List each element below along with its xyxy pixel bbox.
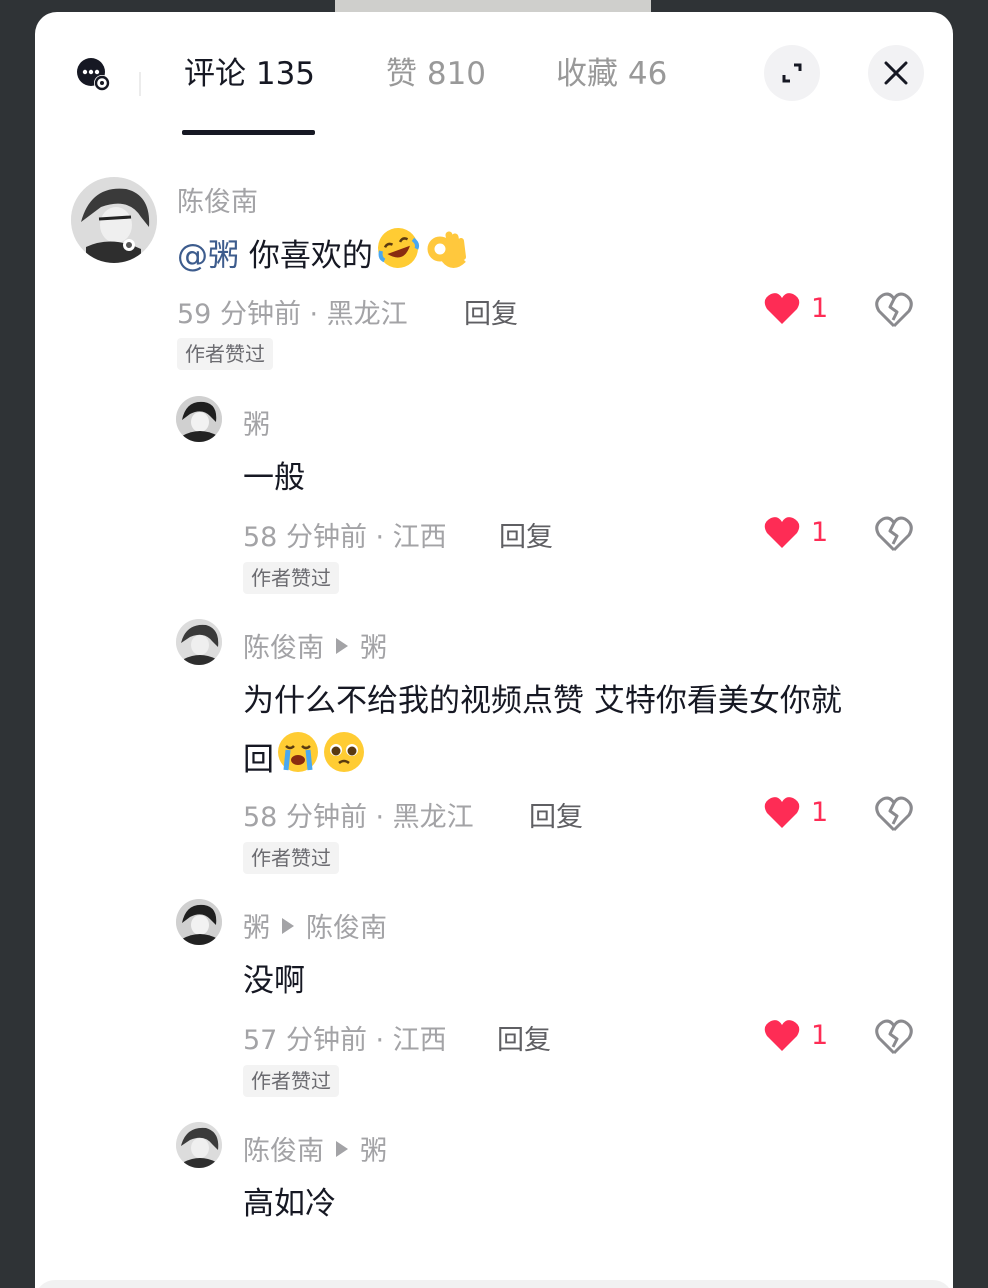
pleading-emoji [322,730,366,793]
avatar[interactable] [176,396,222,442]
comment-meta: 57 分钟前 · 江西 [243,1025,447,1056]
rofl-emoji [375,225,421,290]
comment-input-bar[interactable] [35,1280,953,1288]
like-button[interactable]: 1 [763,1017,828,1053]
comment-sheet: 评论 135 赞 810 收藏 46 陈俊南 @粥 你喜欢的 59 分钟前 · … [35,12,953,1288]
author-liked-badge: 作者赞过 [243,562,339,594]
tab-favorites[interactable]: 收藏 46 [556,52,667,96]
crying-emoji [276,730,320,793]
broken-heart-icon [875,796,913,832]
tab-likes[interactable]: 赞 810 [386,52,486,96]
comment-author[interactable]: 粥 [243,403,270,442]
comment-meta: 58 分钟前 · 江西 [243,522,447,553]
reply-target[interactable]: 陈俊南 [306,906,387,945]
heart-icon [764,517,800,548]
reply-arrow-icon [282,917,294,934]
reply-arrow-icon [336,1140,348,1157]
like-count: 1 [811,796,829,828]
comment-settings-icon[interactable] [75,56,111,92]
author-liked-badge: 作者赞过 [243,1065,339,1097]
comment-author-row: 陈俊南 粥 [243,1129,387,1168]
dislike-button[interactable] [874,1017,914,1057]
reply-button[interactable]: 回复 [499,515,553,554]
like-count: 1 [811,292,829,324]
avatar[interactable] [176,899,222,945]
comment-text: 一般 [243,460,305,496]
comment-author-row: 粥 陈俊南 [243,906,387,945]
broken-heart-icon [875,516,913,552]
heart-icon [764,293,800,324]
reply-button[interactable]: 回复 [497,1018,551,1057]
comment-text: @粥 你喜欢的 [177,225,469,290]
header-divider [139,72,141,96]
avatar[interactable] [176,1122,222,1168]
comment-text-line: 回 [243,730,366,793]
close-button[interactable] [868,45,924,101]
comment-body: 你喜欢的 [248,238,373,274]
comment-author[interactable]: 陈俊南 [177,180,258,219]
comment-author[interactable]: 陈俊南 [243,1129,324,1168]
heart-icon [764,1020,800,1051]
dislike-button[interactable] [874,794,914,834]
comment-meta: 59 分钟前 · 黑龙江 [177,299,408,330]
author-liked-badge: 作者赞过 [243,842,339,874]
like-button[interactable]: 1 [763,290,828,326]
like-button[interactable]: 1 [763,794,828,830]
active-tab-indicator [182,130,315,135]
video-preview-strip [335,0,651,12]
author-liked-badge: 作者赞过 [177,338,273,370]
avatar[interactable] [176,619,222,665]
expand-button[interactable] [764,45,820,101]
heart-icon [764,797,800,828]
reply-button[interactable]: 回复 [529,795,583,834]
comment-body: 回 [243,742,274,778]
comment-text-line: 为什么不给我的视频点赞 艾特你看美女你就 [243,683,842,719]
tab-comments[interactable]: 评论 135 [184,52,315,96]
comment-meta: 58 分钟前 · 黑龙江 [243,802,474,833]
close-icon [884,61,908,85]
like-button[interactable]: 1 [763,514,828,550]
reply-arrow-icon [336,637,348,654]
ok-hand-emoji [423,225,469,290]
broken-heart-icon [875,292,913,328]
dislike-button[interactable] [874,514,914,554]
dislike-button[interactable] [874,290,914,330]
comment-text: 没啊 [243,963,305,999]
comment-author-row: 陈俊南 粥 [243,626,387,665]
like-count: 1 [811,516,829,548]
like-count: 1 [811,1019,829,1051]
reply-target[interactable]: 粥 [360,1129,387,1168]
comment-author[interactable]: 陈俊南 [243,626,324,665]
comment-text: 高如冷 [243,1186,336,1222]
mention-link[interactable]: @粥 [177,238,239,274]
reply-button[interactable]: 回复 [464,292,518,331]
avatar[interactable] [71,177,157,263]
expand-icon [782,63,802,83]
broken-heart-icon [875,1019,913,1055]
comment-author[interactable]: 粥 [243,906,270,945]
reply-target[interactable]: 粥 [360,626,387,665]
